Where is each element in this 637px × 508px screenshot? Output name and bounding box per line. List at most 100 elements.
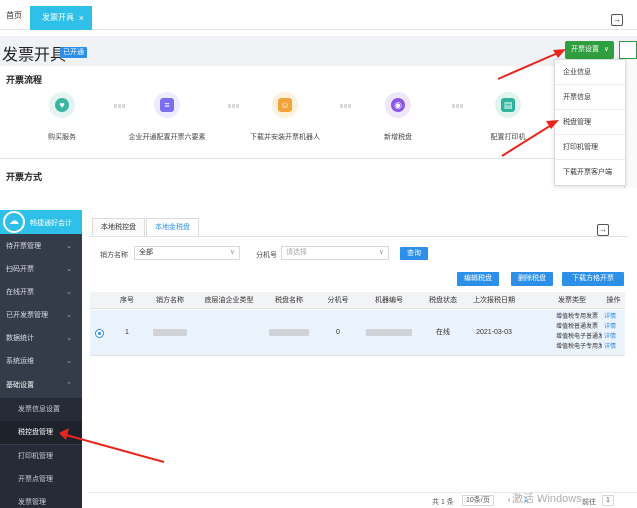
sidebar-item-label: 待开票管理: [6, 243, 41, 250]
tab-local-tax-control-disk[interactable]: 本地税控盘: [92, 218, 145, 236]
page-size-select[interactable]: 10条/页: [462, 495, 494, 506]
close-icon[interactable]: ×: [79, 6, 84, 30]
collapse-icon[interactable]: →: [597, 224, 609, 236]
row-machine-no: [358, 310, 420, 356]
goto-label: 前往: [582, 499, 596, 506]
invoice-type: 增值税电子专用发: [556, 344, 602, 350]
sidebar-item-online-invoice[interactable]: 在线开票 ⌄: [0, 281, 82, 304]
tax-disk-management-screen: ☁ 畅捷通好会计 待开票管理 ⌄ 扫码开票 ⌄ 在线开票 ⌄ 已开发票管理 ⌄ 数据统计…: [0, 210, 637, 508]
column-header: 税盘名称: [275, 297, 303, 304]
row-radio[interactable]: [96, 330, 103, 337]
flow-step-install-robot: ☺ 下载并安装开票机器人: [250, 92, 320, 141]
chevron-down-icon: ∨: [603, 46, 609, 53]
tab-bar: 首页 发票开具 × →: [0, 0, 637, 30]
menu-item-tax-disk-management[interactable]: 税盘管理: [555, 110, 625, 135]
heart-icon: ♥: [49, 92, 75, 118]
detail-link[interactable]: 详情: [604, 342, 624, 352]
sidebar-item-issued-invoices[interactable]: 已开发票管理 ⌄: [0, 304, 82, 327]
chevron-down-icon: ⌄: [66, 289, 72, 296]
logo-text: 畅捷通好会计: [30, 220, 72, 227]
cloud-icon: ☁: [3, 211, 25, 233]
printer-icon: ▤: [495, 92, 521, 118]
sidebar-sub-tax-control-disk[interactable]: 税控盘管理: [0, 421, 82, 444]
secondary-button[interactable]: [619, 41, 637, 59]
column-header: 税盘状态: [429, 297, 457, 304]
sidebar-sub-printer-management[interactable]: 打印机管理: [0, 445, 82, 468]
detail-link[interactable]: 详情: [604, 332, 624, 342]
flow-step-enterprise-config: ≡ 企业开通配置开票六要素: [129, 92, 206, 141]
sidebar-item-statistics[interactable]: 数据统计 ⌄: [0, 327, 82, 350]
seller-name-select[interactable]: 全部 ∨: [134, 246, 240, 260]
tab-local-golden-tax-disk[interactable]: 本地金税盘: [146, 218, 199, 236]
table-row[interactable]: 1 0 在线 2021-03-03 增值税专用发票 增值税普通发票 增值税电子普…: [90, 310, 625, 356]
column-header: 序号: [120, 297, 134, 304]
chevron-down-icon: ⌄: [66, 266, 72, 273]
invoice-settings-label: 开票设置: [571, 46, 599, 53]
collapse-icon[interactable]: →: [611, 14, 623, 26]
redacted-text: [269, 328, 309, 336]
extension-select[interactable]: 请选择 ∨: [281, 246, 389, 260]
invoice-type: 增值税专用发票: [556, 314, 599, 320]
flow-step-add-tax-disk: ◉ 新增税盘: [368, 92, 428, 141]
chevron-down-icon: ⌄: [66, 335, 72, 342]
chevron-down-icon: ⌄: [66, 358, 72, 365]
menu-item-invoice-info[interactable]: 开票信息: [555, 85, 625, 110]
tab-home[interactable]: 首页: [6, 10, 22, 21]
sidebar-item-scan-invoice[interactable]: 扫码开票 ⌄: [0, 258, 82, 281]
tab-invoice-issue[interactable]: 发票开具 ×: [30, 6, 92, 30]
flow-step-label: 企业开通配置开票六要素: [128, 134, 206, 141]
tab-invoice-label: 发票开具: [42, 13, 74, 22]
column-header: 发票类型: [558, 297, 586, 304]
column-header: 机器编号: [375, 297, 403, 304]
sidebar-item-label: 数据统计: [6, 335, 34, 342]
goto-page-input[interactable]: 1: [602, 495, 614, 506]
table-header: 序号 销方名称 底层油企业类型 税盘名称 分机号 机器编号 税盘状态 上次报税日…: [90, 292, 625, 309]
config-icon: ≡: [154, 92, 180, 118]
robot-icon: ☺: [272, 92, 298, 118]
flow-title: 开票流程: [6, 75, 43, 85]
invoice-type: 增值税普通发票: [556, 324, 599, 330]
sidebar: ☁ 畅捷通好会计 待开票管理 ⌄ 扫码开票 ⌄ 在线开票 ⌄ 已开发票管理 ⌄ 数据统计…: [0, 210, 82, 508]
extension-placeholder: 请选择: [286, 249, 307, 256]
flow-connector: [114, 104, 126, 108]
sidebar-sub-invoice-info-settings[interactable]: 发票信息设置: [0, 398, 82, 421]
edit-tax-disk-button[interactable]: 编辑税盘: [457, 272, 499, 286]
sidebar-item-basic-settings[interactable]: 基础设置 ⌃: [0, 374, 82, 397]
flow-connector: [452, 104, 464, 108]
settings-dropdown-menu: 企业信息 开票信息 税盘管理 打印机管理 下载开票客户端: [554, 59, 626, 186]
sidebar-item-operations[interactable]: 系统运维 ⌄: [0, 350, 82, 373]
delete-tax-disk-button[interactable]: 删除税盘: [511, 272, 553, 286]
chevron-down-icon: ⌄: [66, 243, 72, 250]
column-header: 底层油企业类型: [204, 297, 254, 304]
detail-link[interactable]: 详情: [604, 312, 624, 322]
menu-item-enterprise-info[interactable]: 企业信息: [555, 60, 625, 85]
menu-item-download-client[interactable]: 下载开票客户端: [555, 160, 625, 185]
method-title: 开票方式: [6, 172, 43, 182]
divider: [0, 158, 560, 159]
row-invoice-types: 增值税专用发票 增值税普通发票 增值税电子普通发 增值税电子专用发: [556, 312, 602, 352]
seller-name-value: 全部: [139, 249, 153, 256]
extension-label: 分机号: [256, 252, 277, 259]
sidebar-item-pending-invoices[interactable]: 待开票管理 ⌄: [0, 235, 82, 258]
prev-page-icon[interactable]: ‹: [508, 497, 510, 504]
chevron-down-icon: ⌄: [66, 312, 72, 319]
logo: ☁ 畅捷通好会计: [0, 210, 82, 234]
row-operations: 详情 详情 详情 详情: [604, 312, 624, 352]
title-row: 发票开具 已开通: [0, 36, 637, 66]
flow-step-label: 购买服务: [48, 134, 76, 141]
detail-link[interactable]: 详情: [604, 322, 624, 332]
sidebar-sub-invoice-management[interactable]: 发票管理: [0, 491, 82, 508]
redacted-text: [153, 328, 187, 336]
query-button[interactable]: 查询: [400, 247, 428, 260]
flow-connector: [340, 104, 352, 108]
sidebar-sub-invoice-point[interactable]: 开票点管理: [0, 468, 82, 491]
row-index: 1: [125, 329, 129, 336]
invoice-settings-button[interactable]: 开票设置 ∨: [565, 41, 614, 59]
main-content: 本地税控盘 本地金税盘 → 销方名称 全部 ∨ 分机号 请选择 ∨ 查询 编辑税盘 …: [88, 210, 637, 508]
download-client-button[interactable]: 下载方格开票: [562, 272, 624, 286]
column-header: 上次报税日期: [473, 297, 515, 304]
flow-connector: [228, 104, 240, 108]
disk-icon: ◉: [385, 92, 411, 118]
seller-name-label: 销方名称: [100, 252, 128, 259]
menu-item-printer-management[interactable]: 打印机管理: [555, 135, 625, 160]
